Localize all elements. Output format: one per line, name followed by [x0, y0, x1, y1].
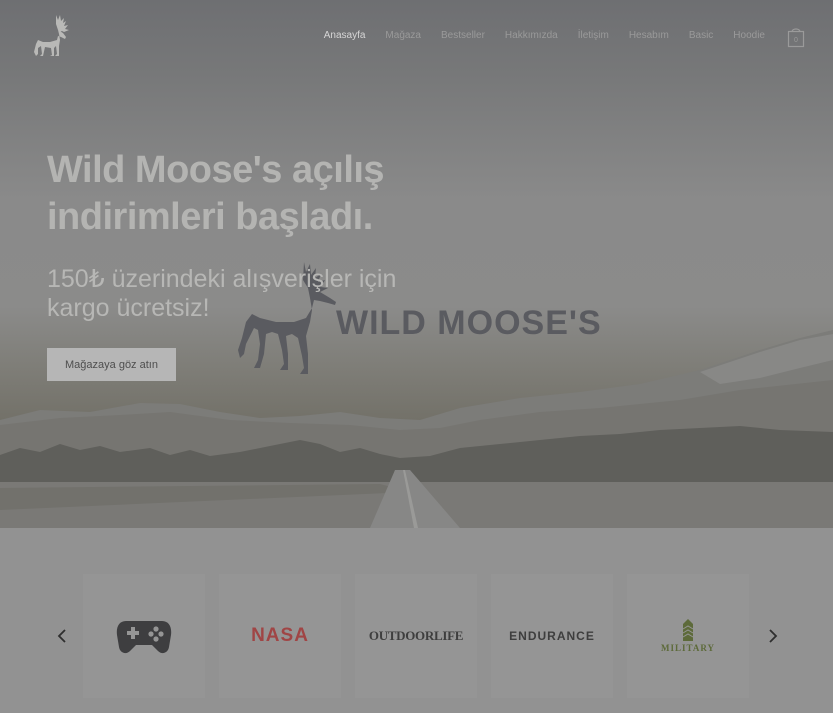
chevron-right-icon	[769, 629, 778, 643]
cart-button[interactable]: 0	[787, 26, 805, 48]
brand-carousel: NASA OUTDOORLIFE ENDURANCE MILITARY	[0, 528, 833, 713]
military-emblem-icon	[682, 619, 694, 641]
carousel-prev-button[interactable]	[52, 626, 72, 646]
gamepad-icon	[116, 621, 172, 654]
shopping-bag-icon: 0	[787, 28, 805, 48]
nav-item-basic[interactable]: Basic	[689, 30, 713, 41]
brand-card-outdoor-life[interactable]: OUTDOORLIFE	[355, 574, 477, 698]
nav-item-hakkimizda[interactable]: Hakkımızda	[505, 30, 558, 41]
shop-cta-button[interactable]: Mağazaya göz atın	[47, 348, 176, 381]
brand-card-military[interactable]: MILITARY	[627, 574, 749, 698]
brand-card-nasa[interactable]: NASA	[219, 574, 341, 698]
nav-item-anasayfa[interactable]: Anasayfa	[324, 30, 366, 41]
nav-item-magaza[interactable]: Mağaza	[385, 30, 421, 41]
nav-item-hoodie[interactable]: Hoodie	[733, 30, 765, 41]
nav-item-iletisim[interactable]: İletişim	[578, 30, 609, 41]
cart-count: 0	[794, 37, 798, 44]
brand-card-gamepad[interactable]	[83, 574, 205, 698]
nasa-logo: NASA	[251, 625, 309, 646]
carousel-next-button[interactable]	[763, 626, 783, 646]
brand-card-endurance[interactable]: ENDURANCE	[491, 574, 613, 698]
site-header: Anasayfa Mağaza Bestseller Hakkımızda İl…	[0, 0, 833, 76]
chevron-left-icon	[57, 629, 66, 643]
outdoor-life-logo: OUTDOORLIFE	[368, 628, 464, 643]
endurance-logo: ENDURANCE	[509, 629, 595, 643]
main-navigation: Anasayfa Mağaza Bestseller Hakkımızda İl…	[304, 30, 765, 41]
hero-title: Wild Moose's açılış indirimleri başladı.	[47, 149, 385, 238]
nav-item-bestseller[interactable]: Bestseller	[441, 30, 485, 41]
moose-logo-icon[interactable]	[30, 12, 74, 58]
hero-banner: Anasayfa Mağaza Bestseller Hakkımızda İl…	[0, 0, 833, 528]
nav-item-hesabim[interactable]: Hesabım	[629, 30, 669, 41]
military-logo: MILITARY	[660, 643, 716, 653]
hero-subtitle: 150₺ üzerindeki alışverişler için kargo …	[47, 265, 397, 322]
